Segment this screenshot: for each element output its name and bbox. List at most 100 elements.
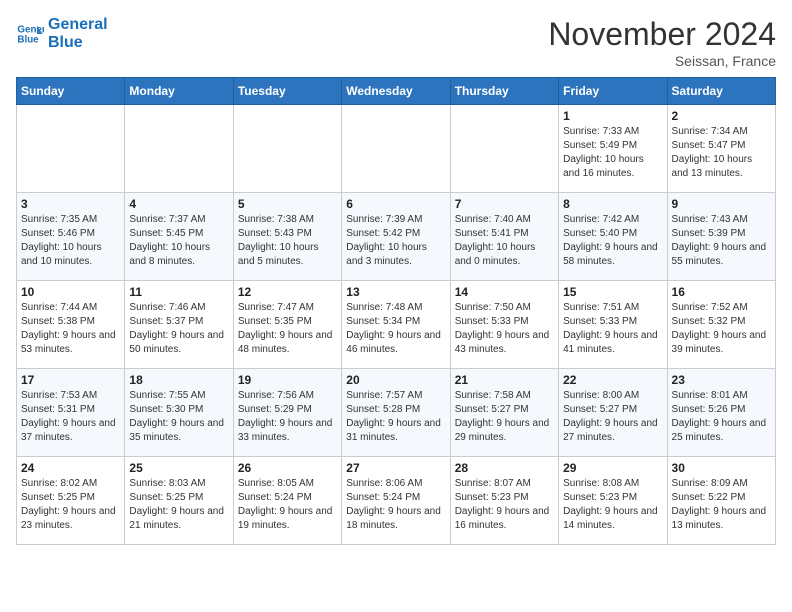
title-block: November 2024 Seissan, France xyxy=(548,16,776,69)
day-info: Sunrise: 7:44 AM Sunset: 5:38 PM Dayligh… xyxy=(21,301,120,357)
day-number: 17 xyxy=(21,373,120,387)
col-tuesday: Tuesday xyxy=(233,78,341,105)
day-number: 6 xyxy=(346,197,445,211)
day-info: Sunrise: 7:37 AM Sunset: 5:45 PM Dayligh… xyxy=(129,213,228,269)
col-wednesday: Wednesday xyxy=(342,78,450,105)
location: Seissan, France xyxy=(548,53,776,69)
table-row: 29Sunrise: 8:08 AM Sunset: 5:23 PM Dayli… xyxy=(559,457,667,545)
page-header: General Blue GeneralBlue November 2024 S… xyxy=(16,16,776,69)
table-row: 19Sunrise: 7:56 AM Sunset: 5:29 PM Dayli… xyxy=(233,369,341,457)
day-info: Sunrise: 7:58 AM Sunset: 5:27 PM Dayligh… xyxy=(455,389,554,445)
table-row: 20 Sunrise: 7:57 AM Sunset: 5:28 PM Dayli… xyxy=(342,369,450,457)
day-number: 8 xyxy=(563,197,662,211)
day-number: 15 xyxy=(563,285,662,299)
day-info: Sunrise: 7:57 AM Sunset: 5:28 PM Dayligh… xyxy=(346,389,445,445)
day-info: Sunrise: 7:47 AM Sunset: 5:35 PM Dayligh… xyxy=(238,301,337,357)
day-number: 9 xyxy=(672,197,771,211)
table-row: 14 Sunrise: 7:50 AM Sunset: 5:33 PM Dayli… xyxy=(450,281,558,369)
calendar-week-4: 17 Sunrise: 7:53 AM Sunset: 5:31 PM Dayli… xyxy=(17,369,776,457)
table-row xyxy=(233,105,341,193)
day-number: 26 xyxy=(238,461,337,475)
day-info: Sunrise: 7:34 AM Sunset: 5:47 PM Dayligh… xyxy=(672,125,771,181)
table-row: 16 Sunrise: 7:52 AM Sunset: 5:32 PM Dayli… xyxy=(667,281,775,369)
day-number: 16 xyxy=(672,285,771,299)
table-row: 7 Sunrise: 7:40 AM Sunset: 5:41 PM Daylig… xyxy=(450,193,558,281)
table-row: 5 Sunrise: 7:38 AM Sunset: 5:43 PM Daylig… xyxy=(233,193,341,281)
day-number: 5 xyxy=(238,197,337,211)
table-row xyxy=(342,105,450,193)
day-info: Sunrise: 7:38 AM Sunset: 5:43 PM Dayligh… xyxy=(238,213,337,269)
table-row: 24Sunrise: 8:02 AM Sunset: 5:25 PM Dayli… xyxy=(17,457,125,545)
logo-text: GeneralBlue xyxy=(48,16,108,51)
day-number: 18 xyxy=(129,373,228,387)
table-row: 18 Sunrise: 7:55 AM Sunset: 5:30 PM Dayli… xyxy=(125,369,233,457)
table-row: 1 Sunrise: 7:33 AM Sunset: 5:49 PM Daylig… xyxy=(559,105,667,193)
day-info: Sunrise: 7:51 AM Sunset: 5:33 PM Dayligh… xyxy=(563,301,662,357)
day-number: 20 xyxy=(346,373,445,387)
day-number: 29 xyxy=(563,461,662,475)
col-sunday: Sunday xyxy=(17,78,125,105)
day-info: Sunrise: 8:00 AM Sunset: 5:27 PM Dayligh… xyxy=(563,389,662,445)
day-number: 4 xyxy=(129,197,228,211)
day-number: 7 xyxy=(455,197,554,211)
day-number: 12 xyxy=(238,285,337,299)
day-info: Sunrise: 8:09 AM Sunset: 5:22 PM Dayligh… xyxy=(672,477,771,533)
day-number: 10 xyxy=(21,285,120,299)
table-row xyxy=(125,105,233,193)
day-number: 14 xyxy=(455,285,554,299)
calendar-week-1: 1 Sunrise: 7:33 AM Sunset: 5:49 PM Daylig… xyxy=(17,105,776,193)
day-number: 28 xyxy=(455,461,554,475)
table-row: 11 Sunrise: 7:46 AM Sunset: 5:37 PM Dayli… xyxy=(125,281,233,369)
day-info: Sunrise: 8:02 AM Sunset: 5:25 PM Dayligh… xyxy=(21,477,120,533)
calendar-week-3: 10 Sunrise: 7:44 AM Sunset: 5:38 PM Dayli… xyxy=(17,281,776,369)
day-number: 25 xyxy=(129,461,228,475)
day-number: 2 xyxy=(672,109,771,123)
col-thursday: Thursday xyxy=(450,78,558,105)
day-number: 23 xyxy=(672,373,771,387)
day-number: 30 xyxy=(672,461,771,475)
day-number: 11 xyxy=(129,285,228,299)
table-row: 27 Sunrise: 8:06 AM Sunset: 5:24 PM Dayli… xyxy=(342,457,450,545)
table-row: 30 Sunrise: 8:09 AM Sunset: 5:22 PM Dayli… xyxy=(667,457,775,545)
day-number: 27 xyxy=(346,461,445,475)
day-info: Sunrise: 7:40 AM Sunset: 5:41 PM Dayligh… xyxy=(455,213,554,269)
day-info: Sunrise: 7:46 AM Sunset: 5:37 PM Dayligh… xyxy=(129,301,228,357)
day-info: Sunrise: 7:55 AM Sunset: 5:30 PM Dayligh… xyxy=(129,389,228,445)
table-row: 22 Sunrise: 8:00 AM Sunset: 5:27 PM Dayli… xyxy=(559,369,667,457)
table-row xyxy=(450,105,558,193)
col-friday: Friday xyxy=(559,78,667,105)
day-number: 13 xyxy=(346,285,445,299)
day-info: Sunrise: 7:33 AM Sunset: 5:49 PM Dayligh… xyxy=(563,125,662,181)
calendar-table: Sunday Monday Tuesday Wednesday Thursday… xyxy=(16,77,776,545)
logo-icon: General Blue xyxy=(16,20,44,48)
svg-text:Blue: Blue xyxy=(17,34,39,45)
table-row: 17 Sunrise: 7:53 AM Sunset: 5:31 PM Dayli… xyxy=(17,369,125,457)
table-row: 10 Sunrise: 7:44 AM Sunset: 5:38 PM Dayli… xyxy=(17,281,125,369)
table-row: 23 Sunrise: 8:01 AM Sunset: 5:26 PM Dayli… xyxy=(667,369,775,457)
day-number: 3 xyxy=(21,197,120,211)
table-row: 26 Sunrise: 8:05 AM Sunset: 5:24 PM Dayli… xyxy=(233,457,341,545)
table-row: 9 Sunrise: 7:43 AM Sunset: 5:39 PM Daylig… xyxy=(667,193,775,281)
day-info: Sunrise: 8:01 AM Sunset: 5:26 PM Dayligh… xyxy=(672,389,771,445)
day-number: 19 xyxy=(238,373,337,387)
day-info: Sunrise: 7:43 AM Sunset: 5:39 PM Dayligh… xyxy=(672,213,771,269)
day-info: Sunrise: 7:52 AM Sunset: 5:32 PM Dayligh… xyxy=(672,301,771,357)
day-info: Sunrise: 7:35 AM Sunset: 5:46 PM Dayligh… xyxy=(21,213,120,269)
day-info: Sunrise: 7:48 AM Sunset: 5:34 PM Dayligh… xyxy=(346,301,445,357)
day-number: 22 xyxy=(563,373,662,387)
col-monday: Monday xyxy=(125,78,233,105)
day-info: Sunrise: 7:53 AM Sunset: 5:31 PM Dayligh… xyxy=(21,389,120,445)
table-row: 2 Sunrise: 7:34 AM Sunset: 5:47 PM Daylig… xyxy=(667,105,775,193)
table-row: 21Sunrise: 7:58 AM Sunset: 5:27 PM Dayli… xyxy=(450,369,558,457)
day-info: Sunrise: 8:05 AM Sunset: 5:24 PM Dayligh… xyxy=(238,477,337,533)
table-row: 4 Sunrise: 7:37 AM Sunset: 5:45 PM Daylig… xyxy=(125,193,233,281)
day-info: Sunrise: 7:50 AM Sunset: 5:33 PM Dayligh… xyxy=(455,301,554,357)
table-row: 6Sunrise: 7:39 AM Sunset: 5:42 PM Daylig… xyxy=(342,193,450,281)
table-row xyxy=(17,105,125,193)
day-number: 1 xyxy=(563,109,662,123)
table-row: 8 Sunrise: 7:42 AM Sunset: 5:40 PM Daylig… xyxy=(559,193,667,281)
day-info: Sunrise: 8:03 AM Sunset: 5:25 PM Dayligh… xyxy=(129,477,228,533)
table-row: 13 Sunrise: 7:48 AM Sunset: 5:34 PM Dayli… xyxy=(342,281,450,369)
day-info: Sunrise: 7:42 AM Sunset: 5:40 PM Dayligh… xyxy=(563,213,662,269)
day-info: Sunrise: 8:06 AM Sunset: 5:24 PM Dayligh… xyxy=(346,477,445,533)
